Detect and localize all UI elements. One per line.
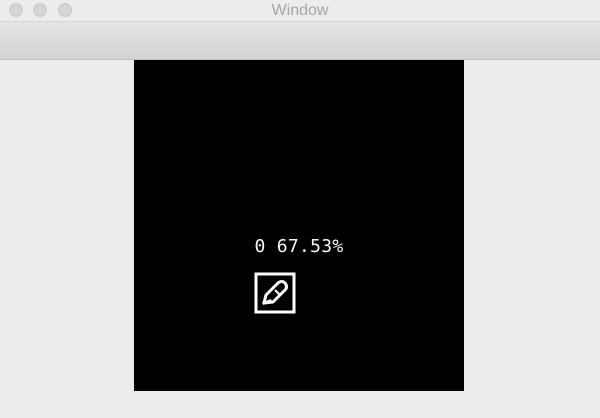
title-bar[interactable]: Window <box>0 0 600 22</box>
edit-icon[interactable] <box>254 272 296 314</box>
window-title: Window <box>271 2 329 19</box>
toolbar <box>0 22 600 60</box>
status-readout: 0 67.53% <box>254 236 344 257</box>
content-area: 0 67.53% <box>0 60 600 418</box>
render-viewport[interactable]: 0 67.53% <box>134 60 464 391</box>
app-window: Window 0 67.53% <box>0 0 600 418</box>
